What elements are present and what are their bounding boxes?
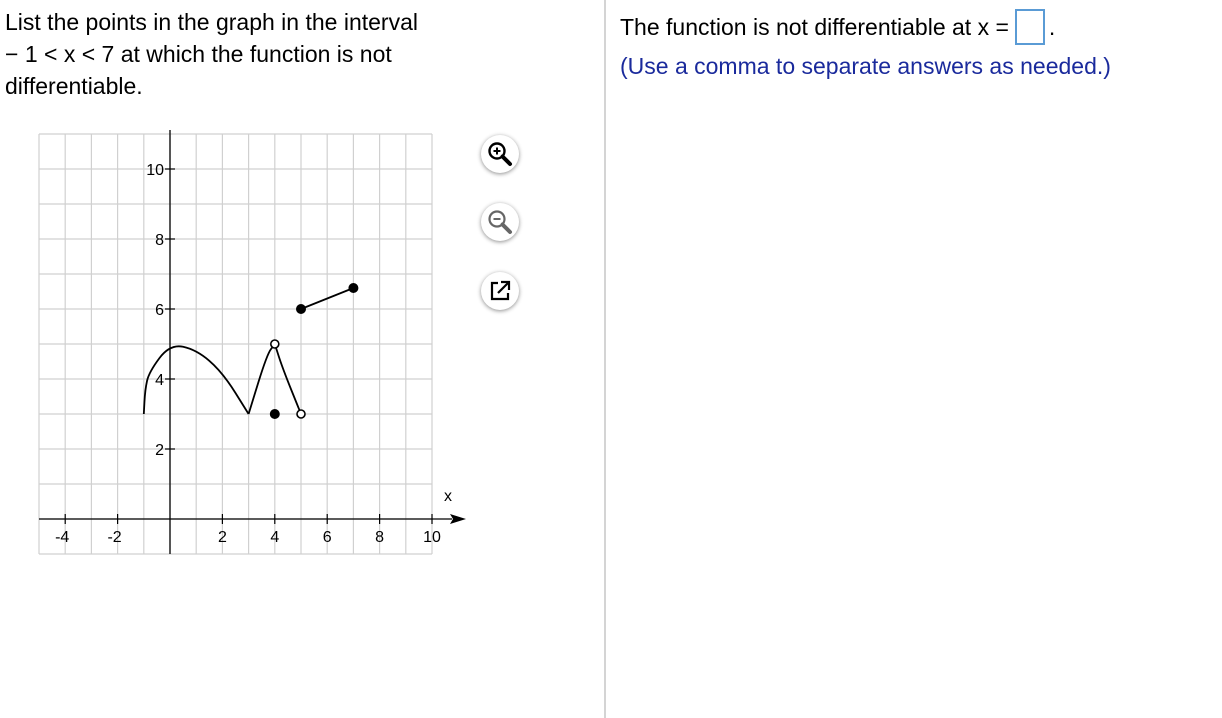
x-tick-label: 4 xyxy=(270,529,279,546)
question-text: List the points in the graph in the inte… xyxy=(5,6,505,102)
answer-pane: The function is not differentiable at x … xyxy=(606,0,1222,718)
question-line-2: − 1 < x < 7 at which the function is not xyxy=(5,41,392,67)
y-tick-label: 4 xyxy=(155,372,164,389)
open-point xyxy=(269,339,280,349)
y-tick-label: 10 xyxy=(146,162,164,179)
answer-period: . xyxy=(1048,14,1056,41)
y-tick-label: 8 xyxy=(155,232,164,249)
answer-input[interactable] xyxy=(1014,9,1045,45)
zoom-out-button[interactable] xyxy=(481,203,519,241)
y-tick-label: 2 xyxy=(155,442,164,459)
question-line-3: differentiable. xyxy=(5,73,143,99)
open-point xyxy=(296,409,306,419)
answer-prompt: The function is not differentiable at x … xyxy=(620,14,1009,41)
y-tick-label: 6 xyxy=(155,302,164,319)
x-tick-label: -2 xyxy=(107,529,121,546)
x-axis-label: x xyxy=(444,488,452,505)
filled-point xyxy=(269,409,280,419)
zoom-in-button[interactable] xyxy=(481,135,519,173)
zoom-in-icon xyxy=(488,142,512,166)
answer-line: The function is not differentiable at x … xyxy=(620,9,1056,47)
filled-point xyxy=(348,283,359,293)
popout-button[interactable] xyxy=(481,272,519,310)
x-tick-label: 10 xyxy=(423,529,441,546)
filled-point xyxy=(296,304,306,314)
x-axis-arrow xyxy=(450,514,466,524)
x-tick-label: 8 xyxy=(375,529,384,546)
function-graph[interactable]: -4-2246810108642xy xyxy=(0,130,480,570)
x-tick-label: 2 xyxy=(218,529,227,546)
x-tick-label: 6 xyxy=(323,529,332,546)
popout-icon xyxy=(490,280,511,301)
answer-hint: (Use a comma to separate answers as need… xyxy=(620,53,1111,79)
question-pane: List the points in the graph in the inte… xyxy=(0,0,604,718)
x-tick-label: -4 xyxy=(55,529,69,546)
question-line-1: List the points in the graph in the inte… xyxy=(5,9,418,35)
zoom-out-icon xyxy=(488,210,512,234)
